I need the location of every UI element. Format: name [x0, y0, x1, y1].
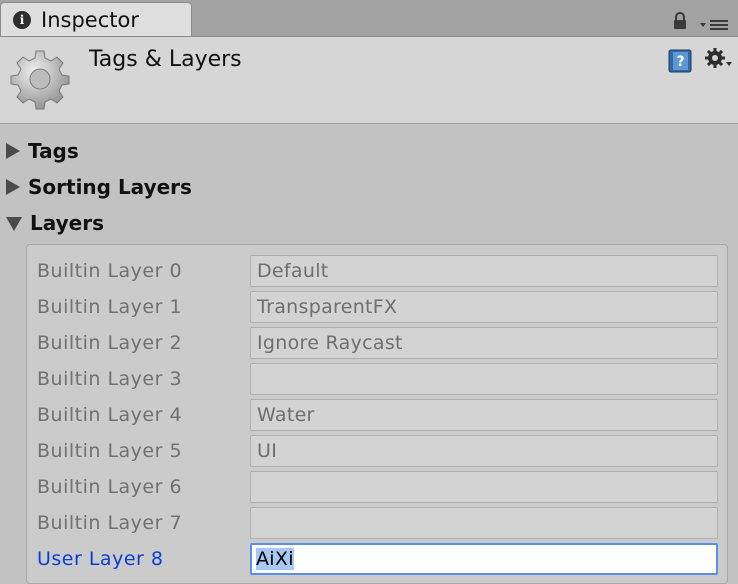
layer-name-field [250, 363, 718, 395]
layers-list: Builtin Layer 0 Default Builtin Layer 1 … [26, 244, 728, 584]
layer-name-field: TransparentFX [250, 291, 718, 323]
layer-label: Builtin Layer 4 [37, 404, 183, 426]
layer-row: Builtin Layer 6 [27, 470, 727, 504]
section-label: Layers [30, 211, 104, 235]
inspector-header: Tags & Layers ? [0, 37, 738, 124]
layer-row: Builtin Layer 7 [27, 506, 727, 540]
layer-row: Builtin Layer 3 [27, 362, 727, 396]
layer-label: Builtin Layer 3 [37, 368, 183, 390]
layer-name-field: Default [250, 255, 718, 287]
svg-text:?: ? [676, 54, 684, 70]
expand-arrow-icon[interactable] [6, 143, 20, 159]
layer-row: Builtin Layer 4 Water [27, 398, 727, 432]
section-tags[interactable]: Tags [6, 136, 79, 166]
collapse-arrow-icon[interactable] [6, 217, 22, 231]
user-layer-name-input[interactable]: AiXi [250, 543, 718, 575]
selected-text: AiXi [256, 548, 294, 570]
layer-name-field: Ignore Raycast [250, 327, 718, 359]
section-sorting-layers[interactable]: Sorting Layers [6, 172, 192, 202]
tab-inspector[interactable]: i Inspector [0, 2, 192, 36]
layer-row: Builtin Layer 5 UI [27, 434, 727, 468]
layer-name-field: UI [250, 435, 718, 467]
layer-row: Builtin Layer 2 Ignore Raycast [27, 326, 727, 360]
layer-label: Builtin Layer 6 [37, 476, 183, 498]
layer-row: Builtin Layer 0 Default [27, 254, 727, 288]
layer-label: Builtin Layer 7 [37, 512, 183, 534]
section-label: Sorting Layers [28, 175, 192, 199]
tab-label: Inspector [41, 8, 139, 32]
lock-icon[interactable] [672, 12, 688, 30]
layer-label: Builtin Layer 1 [37, 296, 183, 318]
page-title: Tags & Layers [89, 47, 242, 72]
layer-row: Builtin Layer 1 TransparentFX [27, 290, 727, 324]
tab-bar: i Inspector [0, 0, 738, 37]
section-label: Tags [28, 139, 79, 163]
section-layers[interactable]: Layers [6, 208, 104, 238]
tab-menu-icon[interactable] [700, 18, 730, 32]
layer-name-field [250, 471, 718, 503]
settings-gear-icon[interactable] [704, 47, 734, 73]
layer-name-field: Water [250, 399, 718, 431]
layer-row-user: User Layer 8 AiXi [27, 542, 727, 576]
layer-name-field [250, 507, 718, 539]
gear-icon [10, 50, 70, 110]
layer-label: Builtin Layer 5 [37, 440, 183, 462]
info-icon: i [13, 11, 31, 29]
expand-arrow-icon[interactable] [6, 179, 20, 195]
layer-label: User Layer 8 [37, 548, 164, 570]
help-book-icon[interactable]: ? [668, 49, 692, 73]
layer-label: Builtin Layer 0 [37, 260, 183, 282]
layer-label: Builtin Layer 2 [37, 332, 183, 354]
